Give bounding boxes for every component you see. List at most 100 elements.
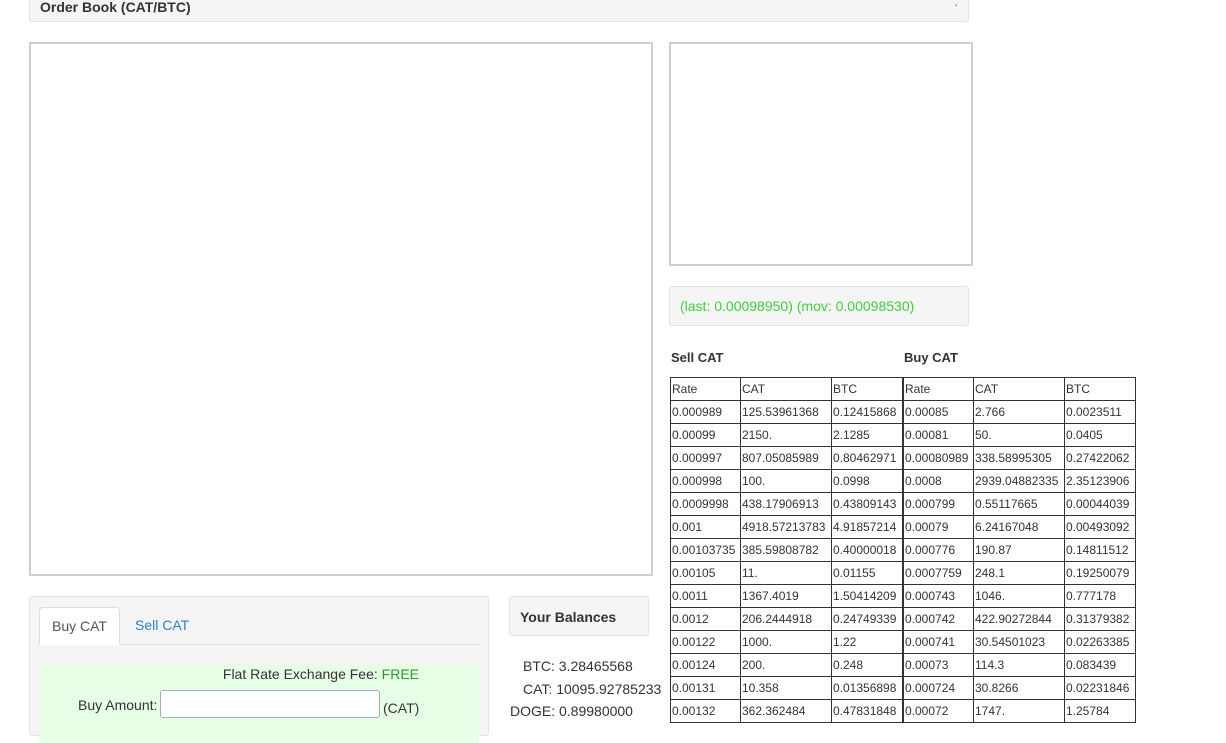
- table-cell: 30.54501023: [973, 630, 1065, 654]
- column-header: BTC: [1064, 377, 1136, 401]
- buy-order-table: Rate CAT BTC 0.00085 2.766 0.0023511 0.00081 50…: [903, 377, 1136, 723]
- table-cell: 0.0009998: [670, 492, 741, 516]
- table-row[interactable]: 0.00073 114.3 0.083439: [903, 653, 1136, 677]
- table-cell: 0.248: [831, 653, 903, 677]
- price-chart-area: [29, 42, 653, 576]
- table-row[interactable]: 0.000998 100. 0.0998: [670, 469, 903, 493]
- table-cell: 0.083439: [1064, 653, 1136, 677]
- table-cell: 0.00073: [903, 653, 974, 677]
- balance-btc: BTC: 3.28465568: [523, 658, 633, 674]
- table-row[interactable]: 0.00079 6.24167048 0.00493092: [903, 515, 1136, 539]
- table-cell: 0.55117665: [973, 492, 1065, 516]
- balances-panel: Your Balances: [509, 596, 649, 636]
- table-cell: 248.1: [973, 561, 1065, 585]
- table-cell: 0.00105: [670, 561, 741, 585]
- table-cell: 0.0998: [831, 469, 903, 493]
- table-row[interactable]: 0.00132 362.362484 0.47831848: [670, 699, 903, 723]
- table-row[interactable]: 0.001 4918.57213783 4.91857214: [670, 515, 903, 539]
- table-cell: 0.80462971: [831, 446, 903, 470]
- table-cell: 0.00081: [903, 423, 974, 447]
- column-header: Rate: [903, 377, 974, 401]
- table-cell: 1046.: [973, 584, 1065, 608]
- fee-label: Flat Rate Exchange Fee:: [222, 666, 378, 682]
- fee-value: FREE: [381, 666, 419, 682]
- table-row[interactable]: 0.00081 50. 0.0405: [903, 423, 1136, 447]
- table-row[interactable]: 0.000741 30.54501023 0.02263385: [903, 630, 1136, 654]
- buy-amount-input[interactable]: [160, 690, 380, 718]
- table-cell: 422.90272844: [973, 607, 1065, 631]
- table-row[interactable]: 0.0008 2939.04882335 2.35123906: [903, 469, 1136, 493]
- table-cell: 1367.4019: [740, 584, 832, 608]
- table-cell: 0.00079: [903, 515, 974, 539]
- table-cell: 0.00122: [670, 630, 741, 654]
- table-cell: 0.02263385: [1064, 630, 1136, 654]
- table-cell: 0.00099: [670, 423, 741, 447]
- table-cell: 2.766: [973, 400, 1065, 424]
- table-row[interactable]: 0.000724 30.8266 0.02231846: [903, 676, 1136, 700]
- table-cell: 438.17906913: [740, 492, 832, 516]
- table-cell: 4.91857214: [831, 515, 903, 539]
- table-row[interactable]: 0.00124 200. 0.248: [670, 653, 903, 677]
- table-cell: 0.0405: [1064, 423, 1136, 447]
- table-cell: 0.00493092: [1064, 515, 1136, 539]
- table-cell: 0.31379382: [1064, 607, 1136, 631]
- ticker-panel: (last: 0.00098950) (mov: 0.00098530): [669, 286, 969, 326]
- tab-buy-cat[interactable]: Buy CAT: [39, 607, 120, 645]
- table-cell: 0.0011: [670, 584, 741, 608]
- buy-book-title: Buy CAT: [904, 350, 958, 365]
- table-cell: 100.: [740, 469, 832, 493]
- table-cell: 1.25784: [1064, 699, 1136, 723]
- table-row[interactable]: 0.0007759 248.1 0.19250079: [903, 561, 1136, 585]
- table-cell: 0.000741: [903, 630, 974, 654]
- table-row[interactable]: 0.00103735 385.59808782 0.40000018: [670, 538, 903, 562]
- table-cell: 0.000724: [903, 676, 974, 700]
- table-row[interactable]: 0.00131 10.358 0.01356898: [670, 676, 903, 700]
- table-cell: 0.47831848: [831, 699, 903, 723]
- header-corner-mark: .: [954, 0, 958, 9]
- column-header: CAT: [740, 377, 832, 401]
- table-row[interactable]: 0.000742 422.90272844 0.31379382: [903, 607, 1136, 631]
- table-cell: 362.362484: [740, 699, 832, 723]
- table-cell: 0.24749339: [831, 607, 903, 631]
- table-cell: 0.00131: [670, 676, 741, 700]
- table-cell: 0.00072: [903, 699, 974, 723]
- table-cell: 0.000997: [670, 446, 741, 470]
- table-cell: 0.000799: [903, 492, 974, 516]
- table-row[interactable]: 0.00122 1000. 1.22: [670, 630, 903, 654]
- table-row[interactable]: 0.0009998 438.17906913 0.43809143: [670, 492, 903, 516]
- table-cell: 0.0023511: [1064, 400, 1136, 424]
- table-cell: 0.00103735: [670, 538, 741, 562]
- table-header-row: Rate CAT BTC: [670, 377, 903, 401]
- table-row[interactable]: 0.000989 125.53961368 0.12415868: [670, 400, 903, 424]
- table-cell: 2150.: [740, 423, 832, 447]
- table-cell: 4918.57213783: [740, 515, 832, 539]
- table-cell: 0.000998: [670, 469, 741, 493]
- table-row[interactable]: 0.000997 807.05085989 0.80462971: [670, 446, 903, 470]
- table-row[interactable]: 0.0012 206.2444918 0.24749339: [670, 607, 903, 631]
- table-row[interactable]: 0.0011 1367.4019 1.50414209: [670, 584, 903, 608]
- table-cell: 0.12415868: [831, 400, 903, 424]
- buy-amount-unit: (CAT): [383, 700, 420, 716]
- column-header: BTC: [831, 377, 903, 401]
- table-cell: 0.00124: [670, 653, 741, 677]
- table-cell: 807.05085989: [740, 446, 832, 470]
- table-cell: 190.87: [973, 538, 1065, 562]
- table-row[interactable]: 0.000743 1046. 0.777178: [903, 584, 1136, 608]
- table-cell: 2939.04882335: [973, 469, 1065, 493]
- table-cell: 30.8266: [973, 676, 1065, 700]
- tab-sell-cat[interactable]: Sell CAT: [123, 607, 201, 643]
- table-row[interactable]: 0.00072 1747. 1.25784: [903, 699, 1136, 723]
- table-row[interactable]: 0.00080989 338.58995305 0.27422062: [903, 446, 1136, 470]
- table-cell: 0.43809143: [831, 492, 903, 516]
- table-row[interactable]: 0.000799 0.55117665 0.00044039: [903, 492, 1136, 516]
- table-row[interactable]: 0.000776 190.87 0.14811512: [903, 538, 1136, 562]
- table-cell: 1000.: [740, 630, 832, 654]
- table-row[interactable]: 0.00085 2.766 0.0023511: [903, 400, 1136, 424]
- table-cell: 1747.: [973, 699, 1065, 723]
- table-row[interactable]: 0.00099 2150. 2.1285: [670, 423, 903, 447]
- table-cell: 0.00080989: [903, 446, 974, 470]
- table-cell: 0.000743: [903, 584, 974, 608]
- table-row[interactable]: 0.00105 11. 0.01155: [670, 561, 903, 585]
- sell-book-title: Sell CAT: [671, 350, 724, 365]
- buy-form: Flat Rate Exchange Fee: FREE Buy Amount:…: [39, 663, 479, 743]
